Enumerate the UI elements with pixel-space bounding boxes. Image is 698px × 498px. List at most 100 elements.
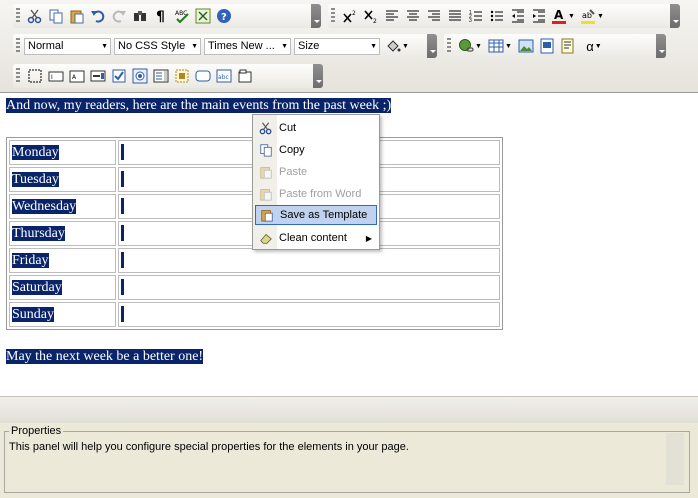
properties-scrollbar[interactable] bbox=[666, 433, 684, 485]
outro-paragraph[interactable]: May the next week be a better one! bbox=[6, 349, 204, 365]
paragraph-format-select[interactable]: Normal ▼ bbox=[24, 37, 111, 55]
cut-icon bbox=[27, 9, 41, 24]
insert-template-button[interactable] bbox=[557, 36, 578, 56]
font-color-button[interactable]: A ▼ bbox=[549, 6, 577, 26]
toolbar-options-button[interactable] bbox=[670, 4, 680, 28]
selection-caret bbox=[121, 306, 124, 323]
toolbar-grip[interactable] bbox=[16, 38, 20, 54]
html-mode-icon bbox=[195, 8, 210, 24]
highlight-color-button[interactable]: ab ▼ bbox=[577, 6, 607, 26]
insert-image-button[interactable] bbox=[515, 36, 536, 56]
font-size-select[interactable]: Size ▼ bbox=[294, 37, 380, 55]
table-cell-event[interactable] bbox=[118, 275, 500, 300]
selection-caret bbox=[121, 144, 124, 161]
insert-textbox-button[interactable]: I bbox=[45, 66, 66, 86]
justify-button[interactable] bbox=[444, 6, 465, 26]
svg-text:3: 3 bbox=[469, 18, 472, 24]
insert-document-button[interactable] bbox=[536, 36, 557, 56]
special-character-button[interactable]: α ▼ bbox=[578, 36, 610, 56]
table-cell-day[interactable]: Friday bbox=[9, 248, 116, 273]
insert-link-button[interactable]: ▼ bbox=[455, 36, 485, 56]
numbered-list-button[interactable]: 123 bbox=[465, 6, 486, 26]
indent-icon bbox=[532, 9, 545, 23]
bullet-list-button[interactable] bbox=[486, 6, 507, 26]
menu-item-clean-content[interactable]: Clean content ▶ bbox=[255, 228, 377, 248]
toolbar-edit: ¶ ABC ? bbox=[13, 4, 321, 28]
select-list-icon bbox=[153, 69, 168, 83]
menu-item-cut[interactable]: Cut bbox=[255, 118, 377, 138]
spellcheck-button[interactable]: ABC bbox=[171, 6, 192, 26]
toolbar-grip[interactable] bbox=[16, 8, 20, 24]
hidden-field-icon bbox=[175, 69, 188, 83]
insert-textarea-button[interactable]: A bbox=[66, 66, 87, 86]
table-cell-day[interactable]: Thursday bbox=[9, 221, 116, 246]
svg-text:abc: abc bbox=[218, 74, 229, 81]
font-name-select[interactable]: Times New ... ▼ bbox=[204, 37, 291, 55]
toolbar-grip[interactable] bbox=[331, 8, 335, 24]
paste-button[interactable] bbox=[66, 6, 87, 26]
context-menu: Cut Copy Paste Paste from Word Save as T… bbox=[252, 114, 380, 250]
indent-button[interactable] bbox=[528, 6, 549, 26]
table-cell-day[interactable]: Monday bbox=[9, 140, 116, 165]
find-button[interactable] bbox=[129, 6, 150, 26]
superscript-button[interactable]: 2 bbox=[339, 6, 360, 26]
svg-text:ab: ab bbox=[582, 11, 592, 20]
redo-button[interactable] bbox=[108, 6, 129, 26]
insert-checkbox-button[interactable] bbox=[108, 66, 129, 86]
day-label: Wednesday bbox=[12, 198, 77, 214]
numbered-list-icon: 123 bbox=[469, 10, 482, 24]
checkbox-icon bbox=[112, 69, 125, 83]
toolbar-grip[interactable] bbox=[16, 68, 20, 84]
insert-table-button[interactable]: ▼ bbox=[485, 36, 515, 56]
subscript-button[interactable]: 2 bbox=[360, 6, 381, 26]
table-cell-event[interactable] bbox=[118, 248, 500, 273]
align-center-button[interactable] bbox=[402, 6, 423, 26]
align-left-button[interactable] bbox=[381, 6, 402, 26]
menu-item-label: Cut bbox=[279, 122, 297, 134]
copy-button[interactable] bbox=[45, 6, 66, 26]
insert-select-button[interactable] bbox=[150, 66, 171, 86]
table-cell-day[interactable]: Sunday bbox=[9, 302, 116, 327]
insert-label-button[interactable]: abc bbox=[213, 66, 234, 86]
toolbar-options-button[interactable] bbox=[427, 34, 437, 58]
menu-item-label: Clean content bbox=[279, 232, 347, 244]
svg-text:¶: ¶ bbox=[156, 9, 165, 24]
toolbar-grip[interactable] bbox=[447, 38, 451, 54]
table-cell-day[interactable]: Tuesday bbox=[9, 167, 116, 192]
cut-button[interactable] bbox=[24, 6, 45, 26]
menu-item-save-as-template[interactable]: Save as Template bbox=[255, 205, 377, 225]
editor-mode-bar bbox=[0, 396, 698, 423]
insert-radio-button[interactable] bbox=[129, 66, 150, 86]
table-row: Saturday bbox=[9, 275, 500, 300]
toolbar-options-button[interactable] bbox=[311, 4, 321, 28]
day-label: Friday bbox=[12, 252, 49, 268]
show-paragraphs-button[interactable]: ¶ bbox=[150, 6, 171, 26]
insert-form-button[interactable] bbox=[24, 66, 45, 86]
table-cell-day[interactable]: Wednesday bbox=[9, 194, 116, 219]
help-button[interactable]: ? bbox=[213, 6, 234, 26]
menu-item-copy[interactable]: Copy bbox=[255, 140, 377, 160]
outdent-button[interactable] bbox=[507, 6, 528, 26]
toolbar-format: 2 2 123 A ▼ ab ▼ bbox=[328, 4, 680, 28]
insert-button-button[interactable] bbox=[192, 66, 213, 86]
paragraph-style-button[interactable]: ▼ bbox=[383, 36, 411, 56]
intro-paragraph[interactable]: And now, my readers, here are the main e… bbox=[6, 98, 392, 114]
selection-caret bbox=[121, 171, 124, 188]
table-cell-event[interactable] bbox=[118, 302, 500, 327]
link-globe-icon bbox=[459, 39, 474, 52]
undo-button[interactable] bbox=[87, 6, 108, 26]
css-class-select[interactable]: No CSS Style ▼ bbox=[114, 37, 201, 55]
blank-button[interactable] bbox=[234, 6, 255, 26]
selection-caret bbox=[121, 252, 124, 269]
pilcrow-icon: ¶ bbox=[156, 9, 165, 24]
insert-password-button[interactable] bbox=[87, 66, 108, 86]
insert-hidden-field-button[interactable] bbox=[171, 66, 192, 86]
toolbar-options-button[interactable] bbox=[656, 34, 666, 58]
selection-caret bbox=[121, 225, 124, 242]
toolbar-options-button[interactable] bbox=[313, 64, 323, 88]
table-cell-day[interactable]: Saturday bbox=[9, 275, 116, 300]
paint-bucket-icon bbox=[387, 40, 401, 52]
align-right-button[interactable] bbox=[423, 6, 444, 26]
html-mode-button[interactable] bbox=[192, 6, 213, 26]
insert-fieldset-button[interactable] bbox=[234, 66, 255, 86]
